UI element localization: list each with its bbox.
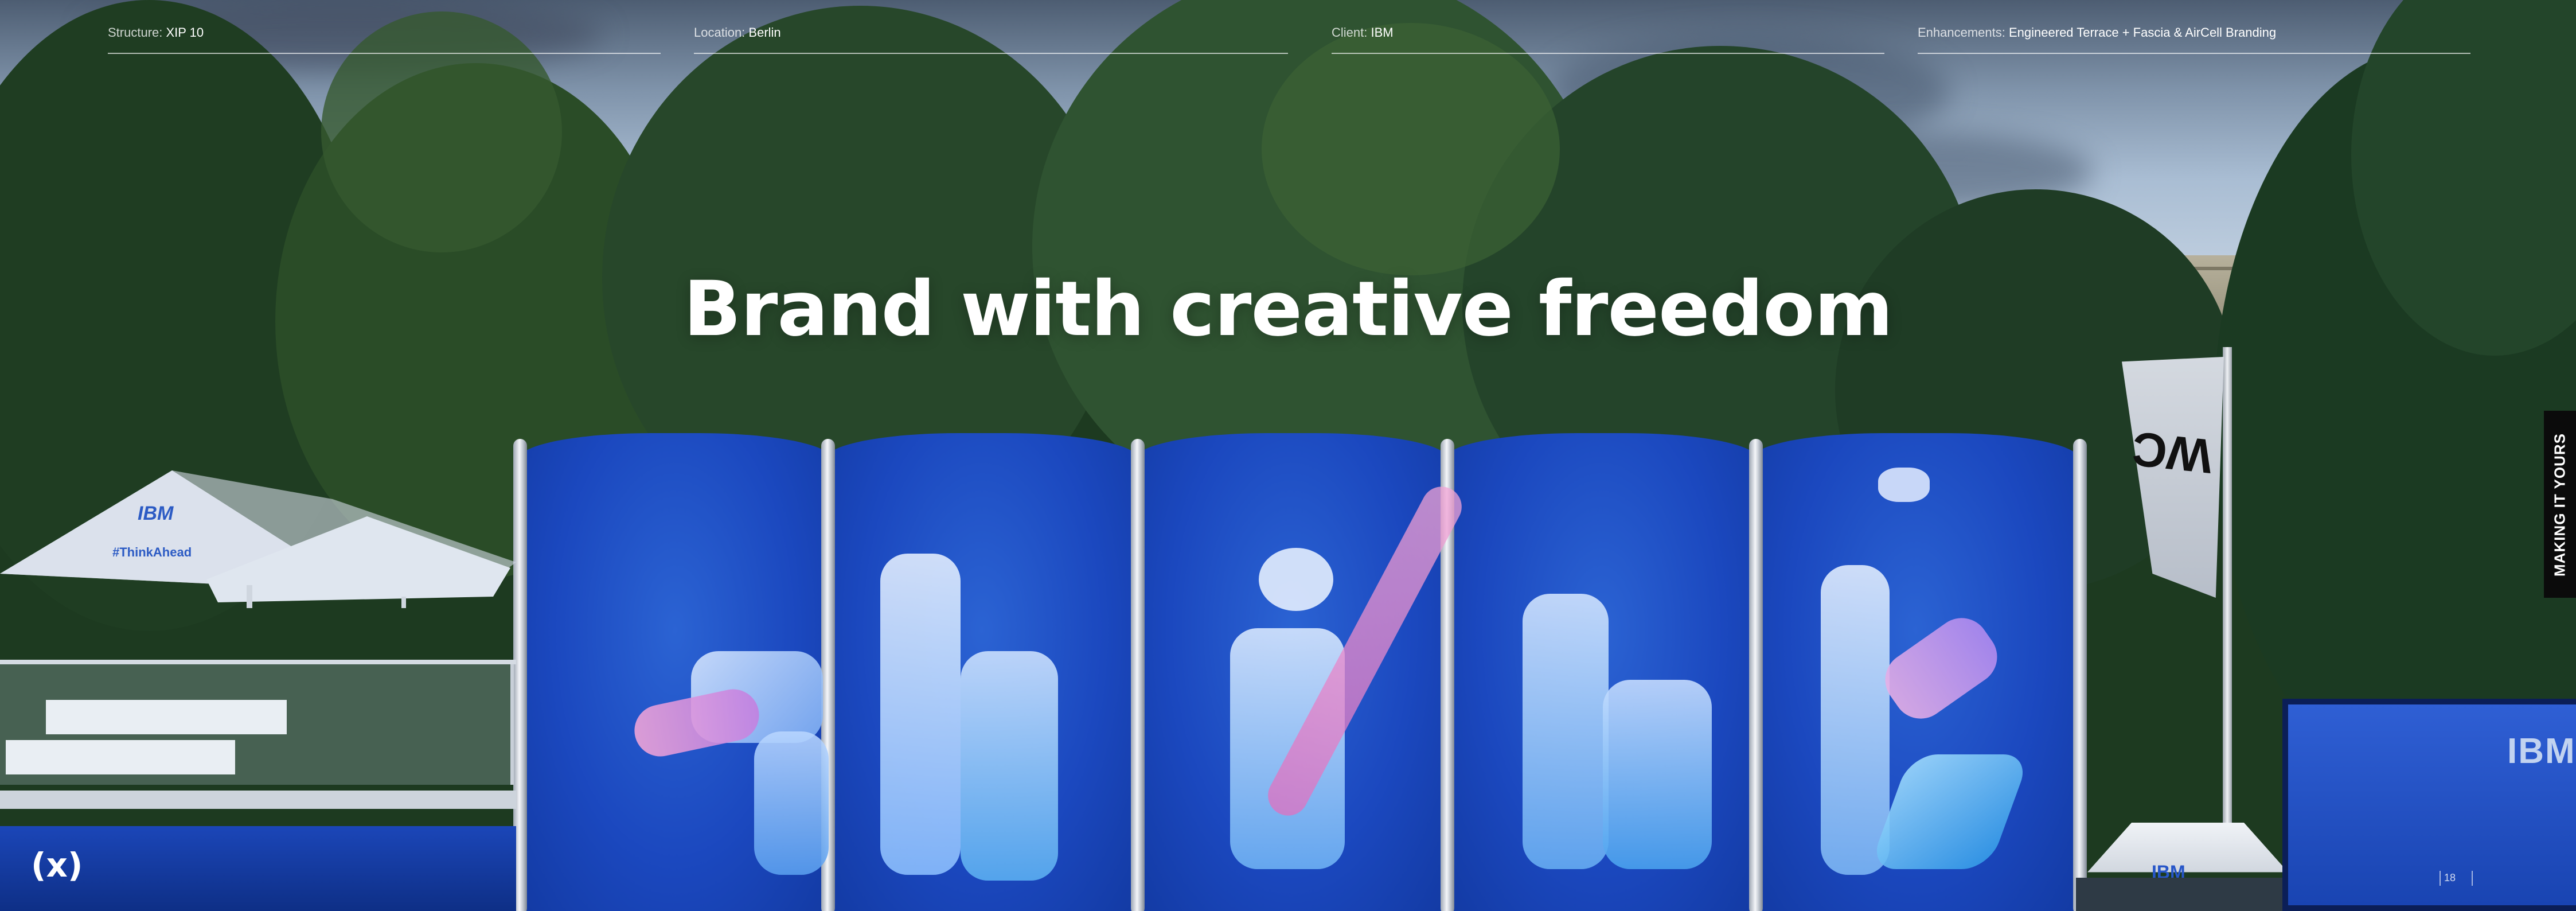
artwork-shape [1878, 468, 1930, 502]
info-divider [1332, 53, 1884, 54]
screen-logo: IBM [2507, 731, 2576, 771]
client-info: Client: IBM [1332, 25, 1394, 40]
enhancements-label: Enhancements: [1918, 25, 2005, 40]
terrace-deck [0, 660, 516, 809]
artwork-shape [1523, 594, 1609, 869]
flag-text: WC [2129, 421, 2215, 484]
enhancements-info: Enhancements: Engineered Terrace + Fasci… [1918, 25, 2276, 40]
artwork-shape [1259, 548, 1333, 611]
pavilion-pole [1749, 439, 1763, 911]
umbrellas [0, 470, 516, 608]
client-label: Client: [1332, 25, 1368, 40]
enhancements-value: Engineered Terrace + Fascia & AirCell Br… [2009, 25, 2277, 40]
umbrella-brand: IBM [138, 503, 174, 524]
artwork-shape [1821, 565, 1890, 875]
info-divider [694, 53, 1288, 54]
location-value: Berlin [748, 25, 781, 40]
info-divider [1918, 53, 2470, 54]
brand-logo: (x) [31, 846, 83, 885]
artwork-shape [961, 651, 1058, 881]
tree [321, 11, 562, 252]
page-number: 18 [2444, 872, 2456, 883]
artwork-shape [754, 731, 829, 875]
location-info: Location: Berlin [694, 25, 781, 40]
client-value: IBM [1371, 25, 1394, 40]
artwork-shape [880, 554, 961, 875]
pavilion-pole [2073, 439, 2087, 911]
page-number-divider [2440, 871, 2441, 886]
structure-info: Structure: XIP 10 [108, 25, 204, 40]
background-photo: IBM #ThinkAhead WC IBM IBM [0, 0, 2576, 911]
side-tab-label[interactable]: MAKING IT YOURS [2551, 433, 2569, 577]
tree [1262, 23, 1560, 275]
page-number-divider [2472, 871, 2473, 886]
artwork-shape [1603, 680, 1712, 869]
structure-label: Structure: [108, 25, 163, 40]
location-label: Location: [694, 25, 746, 40]
flagpole [2223, 347, 2232, 846]
pavilion-pole [1131, 439, 1145, 911]
structure-value: XIP 10 [166, 25, 204, 40]
info-divider [108, 53, 661, 54]
page-headline: Brand with creative freedom [683, 265, 1894, 353]
think-pavilion [513, 433, 2087, 911]
umbrella-hashtag: #ThinkAhead [112, 545, 192, 559]
